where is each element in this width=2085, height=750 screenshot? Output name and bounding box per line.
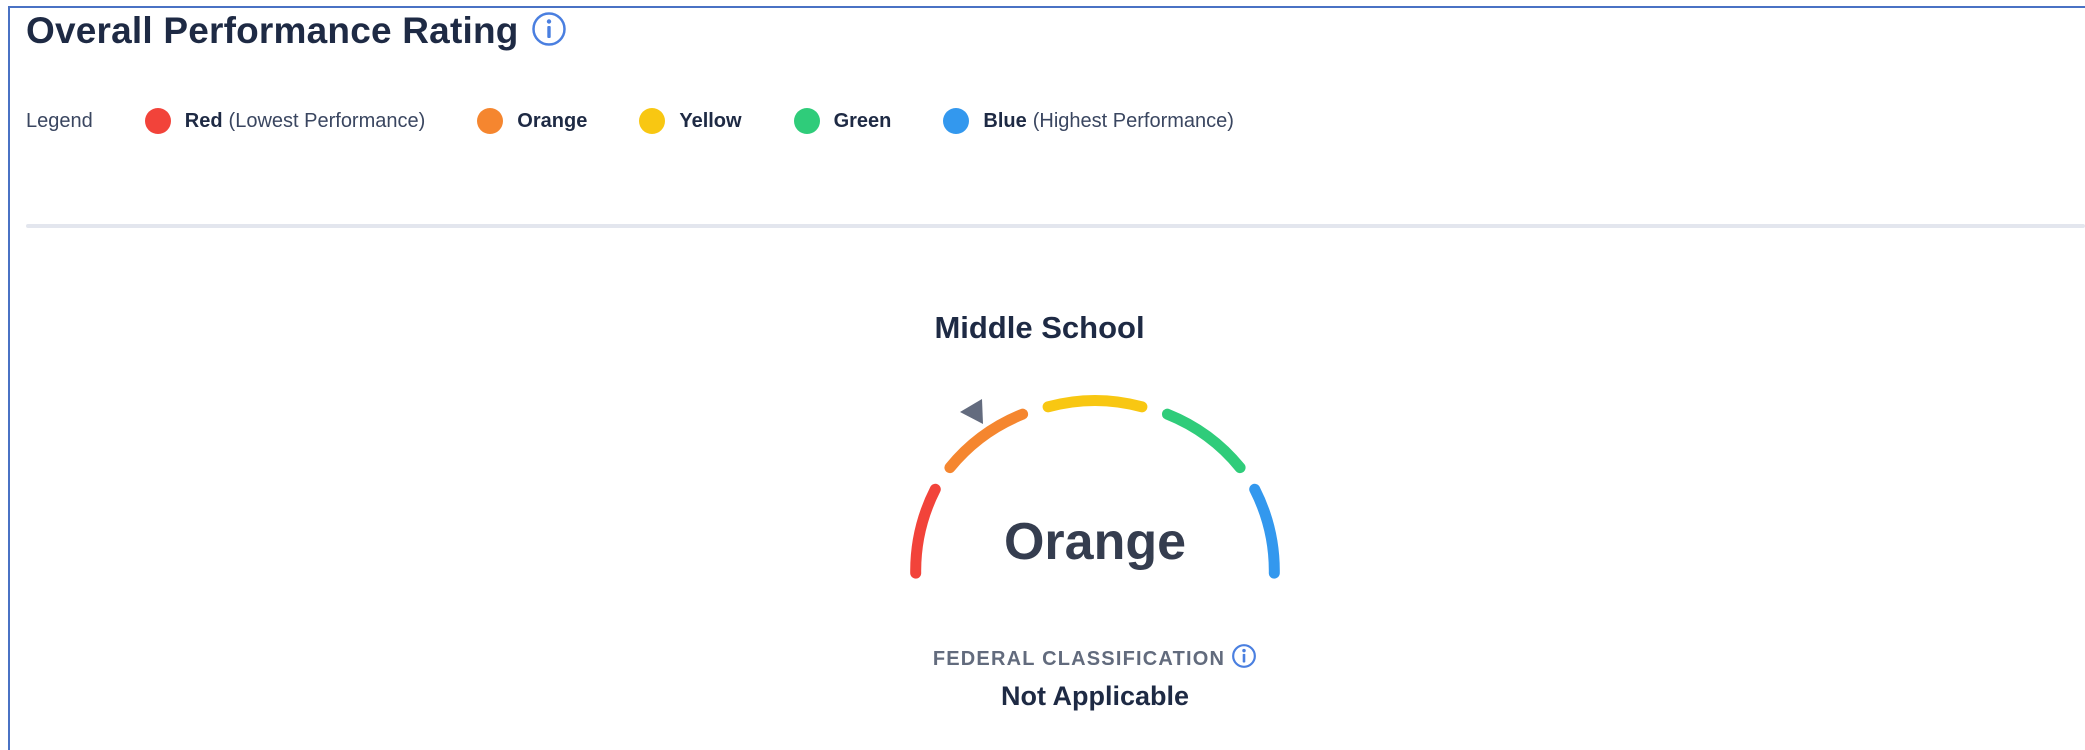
legend-item-note: (Highest Performance) [1032, 109, 1234, 132]
gauge-segment-yellow [1042, 395, 1148, 413]
legend: Legend Red (Lowest Performance) Orange Y… [26, 108, 1286, 134]
info-icon[interactable] [531, 11, 567, 52]
gauge-segment-orange [944, 408, 1029, 474]
legend-item-blue: Blue (Highest Performance) [943, 108, 1234, 134]
federal-classification-value: Not Applicable [1000, 681, 1189, 711]
rating-value: Orange [1003, 513, 1187, 571]
green-dot-icon [793, 108, 820, 134]
red-dot-icon [144, 108, 171, 134]
triangle-pointer-icon [960, 399, 983, 424]
legend-item-name: Orange [517, 109, 588, 132]
yellow-dot-icon [639, 108, 666, 134]
divider [26, 224, 2085, 228]
legend-label: Legend [26, 109, 93, 132]
page-title: Overall Performance Rating [26, 10, 519, 51]
legend-item-green: Green [793, 108, 892, 134]
gauge-segment-green [1161, 408, 1246, 474]
school-level-heading: Middle School [0, 310, 2085, 346]
blue-dot-icon [943, 108, 970, 134]
legend-item-yellow: Yellow [639, 108, 742, 134]
orange-dot-icon [477, 108, 504, 134]
panel-header: Overall Performance Rating [26, 10, 567, 52]
legend-item-name: Yellow [679, 109, 742, 132]
legend-item-red: Red (Lowest Performance) [144, 108, 426, 134]
legend-item-name: Green [833, 109, 892, 132]
legend-item-note: (Lowest Performance) [228, 109, 426, 132]
legend-item-name: Red [184, 109, 223, 132]
federal-classification-label: FEDERAL CLASSIFICATION [932, 647, 1226, 670]
school-level-label: Middle School [934, 310, 1145, 345]
legend-item-name: Blue [983, 109, 1027, 132]
legend-item-orange: Orange [477, 108, 587, 134]
federal-classification-heading: FEDERAL CLASSIFICATION [895, 643, 1295, 675]
info-icon[interactable] [1231, 643, 1257, 675]
